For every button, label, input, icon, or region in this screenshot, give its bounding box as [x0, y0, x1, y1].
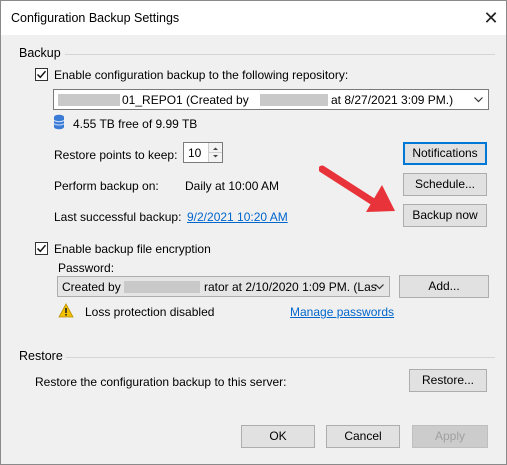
notifications-button[interactable]: Notifications — [403, 142, 487, 165]
last-successful-label: Last successful backup: — [54, 210, 182, 224]
database-icon — [53, 114, 65, 130]
red-arrow-annotation — [319, 165, 395, 212]
restore-group-divider — [66, 357, 495, 358]
warning-icon — [58, 303, 74, 318]
backup-group-divider — [65, 54, 495, 55]
restore-points-label: Restore points to keep: — [54, 148, 178, 162]
title-bar: Configuration Backup Settings ✕ — [1, 1, 506, 35]
restore-description: Restore the configuration backup to this… — [35, 375, 287, 389]
spinner-up-down-icon — [209, 147, 222, 158]
redacted-region — [58, 94, 120, 106]
restore-points-spinner[interactable]: 10 — [183, 142, 223, 163]
close-icon[interactable]: ✕ — [479, 6, 503, 30]
configuration-backup-dialog: Configuration Backup Settings ✕ Backup E… — [0, 0, 507, 465]
cancel-button[interactable]: Cancel — [326, 425, 400, 448]
schedule-button[interactable]: Schedule... — [403, 173, 487, 196]
redacted-region — [124, 281, 200, 293]
backup-now-button[interactable]: Backup now — [403, 204, 487, 227]
restore-group-label: Restore — [19, 349, 63, 363]
password-value-suffix: rator at 2/10/2020 1:09 PM. (Las — [204, 280, 377, 294]
last-successful-link[interactable]: 9/2/2021 10:20 AM — [187, 210, 288, 224]
encryption-label: Enable backup file encryption — [54, 242, 211, 256]
redacted-region — [260, 94, 328, 106]
restore-button[interactable]: Restore... — [409, 369, 487, 392]
repository-dropdown[interactable]: 01_REPO1 (Created by at 8/27/2021 3:09 P… — [53, 89, 489, 110]
manage-passwords-link[interactable]: Manage passwords — [290, 305, 394, 319]
chevron-down-icon — [474, 97, 483, 103]
perform-backup-label: Perform backup on: — [54, 179, 159, 193]
apply-button[interactable]: Apply — [412, 425, 488, 448]
spinner-arrows[interactable] — [208, 143, 222, 162]
storage-free-text: 4.55 TB free of 9.99 TB — [73, 117, 198, 131]
checkmark-icon — [36, 70, 47, 79]
perform-backup-value: Daily at 10:00 AM — [185, 179, 280, 193]
checkmark-icon — [36, 244, 47, 253]
repository-value-prefix: 01_REPO1 (Created by — [122, 93, 249, 107]
password-value-prefix: Created by — [62, 280, 121, 294]
chevron-down-icon — [375, 284, 384, 290]
enable-backup-checkbox[interactable] — [35, 68, 48, 81]
backup-group-label: Backup — [19, 46, 61, 60]
window-title: Configuration Backup Settings — [11, 11, 180, 25]
loss-protection-text: Loss protection disabled — [85, 305, 215, 319]
repository-value-suffix: at 8/27/2021 3:09 PM.) — [331, 93, 454, 107]
restore-points-value: 10 — [188, 146, 202, 160]
password-label: Password: — [58, 261, 115, 275]
enable-backup-label: Enable configuration backup to the follo… — [54, 68, 349, 82]
ok-button[interactable]: OK — [241, 425, 315, 448]
add-password-button[interactable]: Add... — [399, 275, 489, 298]
password-dropdown[interactable]: Created by rator at 2/10/2020 1:09 PM. (… — [57, 276, 390, 297]
encryption-checkbox[interactable] — [35, 242, 48, 255]
